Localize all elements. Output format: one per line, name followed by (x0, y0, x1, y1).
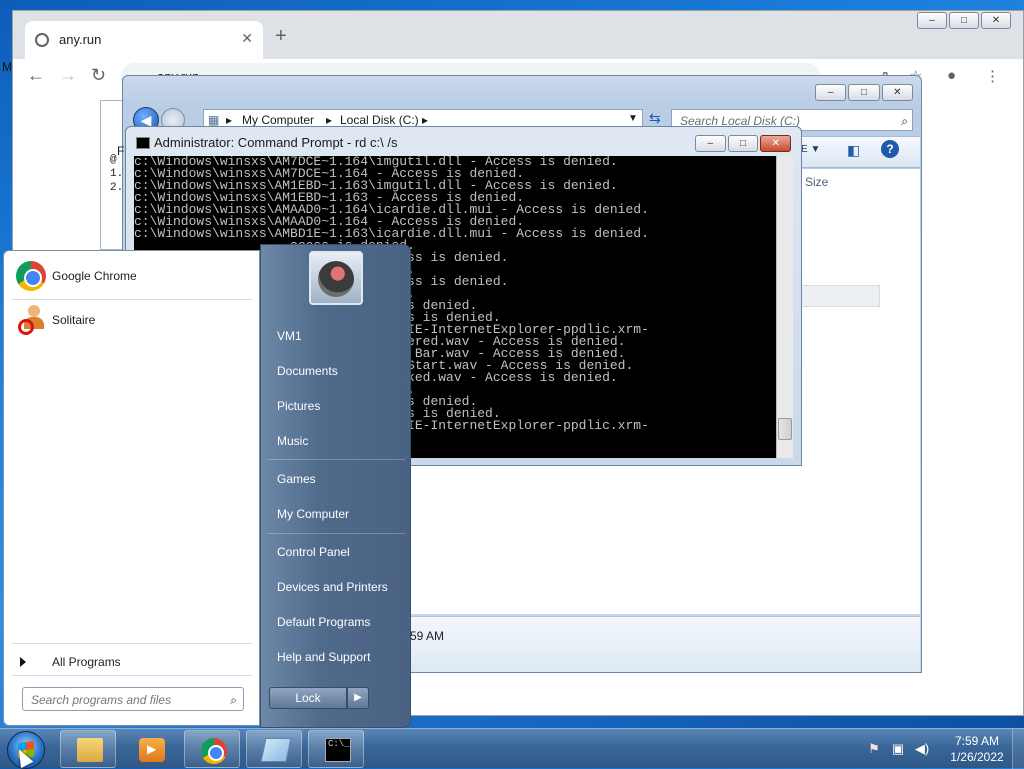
vertical-scrollbar[interactable] (776, 156, 793, 458)
show-desktop-button[interactable] (1012, 729, 1024, 769)
details-modified-time: 59 AM (410, 629, 445, 643)
minimize-button[interactable]: – (695, 135, 726, 152)
menu-item-help-and-support[interactable]: Help and Support (277, 650, 370, 664)
refresh-icon[interactable]: ⇆ (649, 110, 661, 127)
window-title: Administrator: Command Prompt - rd c:\ /… (154, 135, 398, 150)
menu-item-games[interactable]: Games (277, 472, 316, 486)
notepad-icon (260, 738, 292, 762)
network-icon[interactable]: ▣ (890, 741, 906, 757)
maximize-button[interactable]: □ (727, 135, 759, 152)
breadcrumb-local-disk[interactable]: Local Disk (C:) (340, 113, 419, 127)
scrollbar-thumb[interactable] (778, 418, 792, 440)
program-label: Solitaire (52, 313, 96, 327)
maximize-button[interactable]: □ (949, 12, 979, 29)
taskbar-chrome[interactable] (184, 730, 240, 768)
menu-item-documents[interactable]: Documents (277, 364, 338, 378)
taskbar-command-prompt[interactable]: C:\_ (308, 730, 364, 768)
chrome-tabstrip: any.run ✕ + – □ ✕ (13, 11, 1023, 59)
minimize-button[interactable]: – (917, 12, 947, 29)
volume-icon[interactable]: ◀) (914, 741, 930, 757)
chevron-right-icon: ▸ (226, 113, 233, 127)
menu-item-control-panel[interactable]: Control Panel (277, 545, 350, 559)
chrome-icon (201, 738, 227, 764)
taskbar: C:\_ ⚑ ▣ ◀) 7:59 AM 1/26/2022 (0, 728, 1024, 769)
program-google-chrome[interactable]: Google Chrome (12, 257, 252, 297)
separator (267, 459, 405, 460)
taskbar-explorer[interactable] (60, 730, 116, 768)
chevron-right-icon (20, 657, 26, 667)
separator (12, 643, 252, 644)
clock[interactable]: 7:59 AM 1/26/2022 (942, 733, 1012, 765)
separator (12, 675, 252, 676)
start-search-input[interactable]: Search programs and files ⌕ (22, 687, 244, 711)
maximize-button[interactable]: □ (848, 84, 880, 101)
start-menu-programs-pane: Google Chrome Solitaire All Programs Sea… (3, 250, 260, 726)
tab-title: any.run (59, 32, 102, 47)
menu-dots-icon[interactable]: ⋮ (985, 67, 1000, 85)
all-programs-label: All Programs (52, 655, 121, 669)
profile-icon[interactable]: ● (947, 67, 956, 84)
search-placeholder: Search programs and files (31, 693, 172, 707)
chevron-down-icon[interactable]: ▼ (628, 113, 638, 124)
menu-item-devices-and-printers[interactable]: Devices and Printers (277, 580, 388, 594)
action-center-flag-icon[interactable]: ⚑ (866, 741, 882, 757)
clock-time: 7:59 AM (954, 734, 1000, 748)
start-menu: Google Chrome Solitaire All Programs Sea… (0, 244, 411, 728)
cmd-window-controls: – □ ✕ (695, 135, 792, 153)
menu-item-my-computer[interactable]: My Computer (277, 507, 349, 521)
program-solitaire[interactable]: Solitaire (12, 301, 252, 341)
close-button[interactable]: ✕ (881, 84, 913, 101)
preview-pane-icon[interactable]: ◧ (847, 142, 860, 159)
user-picture-avatar[interactable] (309, 251, 363, 305)
separator (12, 299, 252, 300)
chrome-tab[interactable]: any.run ✕ (25, 21, 263, 59)
search-icon: ⌕ (230, 693, 237, 707)
menu-item-vm1[interactable]: VM1 (277, 329, 302, 343)
close-tab-icon[interactable]: ✕ (241, 30, 253, 47)
close-button[interactable]: ✕ (981, 12, 1011, 29)
globe-icon (35, 33, 49, 47)
cmd-icon: C:\_ (325, 738, 351, 762)
chevron-right-icon: ▸ (326, 113, 333, 127)
program-label: Google Chrome (52, 269, 137, 283)
explorer-window-controls: – □ ✕ (815, 84, 913, 102)
folder-icon (77, 738, 103, 762)
cmd-icon (136, 137, 150, 149)
breadcrumb-my-computer[interactable]: My Computer (242, 113, 314, 127)
help-icon[interactable]: ? (881, 140, 899, 158)
column-header-size[interactable]: Size (805, 175, 828, 189)
toolbar-letter: F (117, 144, 125, 158)
back-arrow-icon[interactable]: ← (27, 65, 45, 86)
taskbar-notepad[interactable] (246, 730, 302, 768)
clock-date: 1/26/2022 (950, 750, 1004, 764)
forward-arrow-icon[interactable]: → (59, 65, 77, 86)
chrome-side-letter: M (2, 60, 12, 74)
chrome-window-controls: – □ ✕ (917, 12, 1011, 30)
chevron-right-icon: ▸ (422, 113, 429, 127)
media-player-icon (139, 738, 165, 762)
taskbar-media-player[interactable] (122, 730, 178, 768)
menu-item-music[interactable]: Music (277, 434, 308, 448)
system-tray: ⚑ ▣ ◀) 7:59 AM 1/26/2022 (862, 729, 1024, 769)
shutdown-options-arrow-icon[interactable]: ▶ (347, 687, 369, 709)
reload-icon[interactable]: ↻ (91, 65, 106, 86)
search-icon: ⌕ (901, 114, 908, 128)
minimize-button[interactable]: – (815, 84, 847, 101)
menu-item-pictures[interactable]: Pictures (277, 399, 320, 413)
menu-item-default-programs[interactable]: Default Programs (277, 615, 370, 629)
lock-button[interactable]: Lock (269, 687, 347, 709)
solitaire-icon (18, 305, 46, 335)
view-options-icon[interactable]: E ▼ (801, 144, 820, 155)
close-button[interactable]: ✕ (760, 135, 792, 152)
chrome-icon (16, 261, 46, 291)
new-tab-button[interactable]: + (275, 25, 287, 48)
separator (267, 533, 405, 534)
start-menu-places-pane: VM1 Documents Pictures Music Games My Co… (260, 244, 411, 728)
computer-icon: ▦ (208, 113, 220, 127)
